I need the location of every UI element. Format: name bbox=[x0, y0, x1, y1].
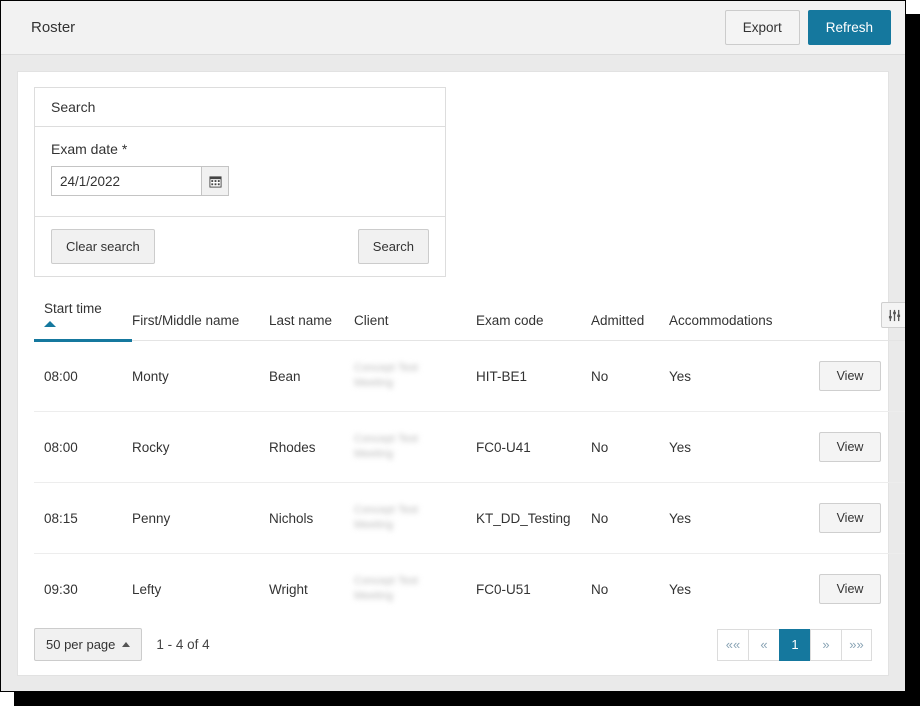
cell-accommodations: Yes bbox=[669, 411, 819, 483]
pagination-last[interactable]: »» bbox=[841, 628, 872, 661]
pagination: «« « 1 » »» bbox=[717, 628, 872, 661]
cell-client: Concept Test Meeting bbox=[354, 554, 476, 625]
exam-date-input[interactable] bbox=[51, 166, 201, 196]
redacted-client-value: Concept Test Meeting bbox=[354, 361, 476, 391]
cell-first-name: Rocky bbox=[132, 411, 269, 483]
column-header-start-time-label: Start time bbox=[44, 301, 102, 316]
table-row: 09:30 Lefty Wright Concept Test Meeting … bbox=[34, 554, 905, 625]
calendar-icon[interactable] bbox=[201, 166, 229, 196]
cell-accommodations: Yes bbox=[669, 482, 819, 554]
view-button[interactable]: View bbox=[819, 503, 881, 533]
title-bar-actions: Export Refresh bbox=[724, 10, 891, 45]
cell-start-time: 08:00 bbox=[34, 411, 132, 483]
clear-search-button[interactable]: Clear search bbox=[51, 229, 155, 264]
table-row: 08:00 Rocky Rhodes Concept Test Meeting … bbox=[34, 411, 905, 483]
search-panel-footer: Clear search Search bbox=[35, 217, 445, 276]
cell-exam-code: FC0-U51 bbox=[476, 581, 531, 597]
column-header-start-time[interactable]: Start time bbox=[34, 301, 132, 342]
view-button[interactable]: View bbox=[819, 432, 881, 462]
pagination-page-1[interactable]: 1 bbox=[779, 628, 810, 661]
cell-last-name: Wright bbox=[269, 581, 308, 597]
search-button[interactable]: Search bbox=[357, 229, 429, 264]
column-header-settings bbox=[819, 301, 905, 341]
cell-actions: View bbox=[819, 554, 905, 625]
table-footer: 50 per page 1 - 4 of 4 «« « 1 » »» bbox=[34, 628, 872, 661]
result-range: 1 - 4 of 4 bbox=[156, 637, 210, 652]
redacted-line-1: Concept Test bbox=[354, 433, 419, 446]
redacted-line-2: Meeting bbox=[354, 519, 394, 531]
cell-last-name: Rhodes bbox=[269, 411, 354, 483]
cell-client: Concept Test Meeting bbox=[354, 340, 476, 412]
cell-actions: View bbox=[819, 411, 905, 483]
cell-admitted: No bbox=[591, 482, 669, 554]
cell-client: Concept Test Meeting bbox=[354, 482, 476, 554]
table-header-row: Start time First/Middle name Last name C… bbox=[34, 301, 905, 342]
column-header-last-name[interactable]: Last name bbox=[269, 301, 354, 341]
sort-ascending-icon bbox=[44, 321, 56, 327]
cell-admitted: No bbox=[591, 581, 609, 597]
view-button[interactable]: View bbox=[819, 361, 881, 391]
chevron-up-icon bbox=[122, 642, 131, 647]
search-panel: Search Exam date * 24/1/2022 Clear searc… bbox=[34, 87, 446, 277]
cell-admitted: No bbox=[591, 340, 669, 412]
redacted-client-value: Concept Test Meeting bbox=[354, 574, 476, 604]
redacted-client-value: Concept Test Meeting bbox=[354, 503, 476, 533]
cell-first-name: Penny bbox=[132, 482, 269, 554]
cell-accommodations: Yes bbox=[669, 581, 692, 597]
cell-start-time: 08:00 bbox=[34, 340, 132, 412]
cell-exam-code: HIT-BE1 bbox=[476, 340, 591, 412]
column-header-first-name[interactable]: First/Middle name bbox=[132, 301, 269, 341]
application-window: Roster Export Refresh Search Exam date * bbox=[0, 0, 906, 692]
exam-date-label: Exam date * bbox=[51, 141, 128, 157]
content-card: Search Exam date * 24/1/2022 Clear searc… bbox=[17, 71, 905, 676]
cell-admitted: No bbox=[591, 411, 669, 483]
redacted-client-value: Concept Test Meeting bbox=[354, 432, 476, 462]
table-row: 08:00 Monty Bean Concept Test Meeting HI… bbox=[34, 340, 905, 412]
redacted-line-2: Meeting bbox=[354, 377, 394, 389]
pagination-next[interactable]: » bbox=[810, 628, 841, 661]
refresh-button[interactable]: Refresh bbox=[807, 10, 891, 45]
cell-last-name: Nichols bbox=[269, 482, 354, 554]
cell-last-name: Bean bbox=[269, 340, 354, 412]
view-button[interactable]: View bbox=[819, 574, 881, 604]
column-header-client[interactable]: Client bbox=[354, 301, 476, 341]
cell-actions: View bbox=[819, 482, 905, 554]
cell-exam-code: KT_DD_Testing bbox=[476, 482, 591, 554]
redacted-line-1: Concept Test bbox=[354, 575, 419, 588]
footer-left: 50 per page 1 - 4 of 4 bbox=[34, 628, 210, 661]
cell-first-name: Monty bbox=[132, 340, 269, 412]
column-header-accommodations[interactable]: Accommodations bbox=[669, 301, 819, 341]
table-body: 08:00 Monty Bean Concept Test Meeting HI… bbox=[34, 340, 905, 625]
per-page-selector[interactable]: 50 per page bbox=[34, 628, 143, 661]
pagination-first[interactable]: «« bbox=[717, 628, 748, 661]
exam-date-input-group bbox=[51, 166, 429, 196]
redacted-line-1: Concept Test bbox=[354, 504, 419, 517]
cell-start-time: 09:30 bbox=[44, 581, 78, 597]
redacted-line-1: Concept Test bbox=[354, 362, 419, 375]
export-button[interactable]: Export bbox=[724, 10, 800, 45]
per-page-label: 50 per page bbox=[46, 637, 116, 652]
roster-table: Start time First/Middle name Last name C… bbox=[34, 301, 905, 625]
cell-first-name: Lefty bbox=[132, 581, 162, 597]
column-header-exam-code[interactable]: Exam code bbox=[476, 301, 591, 341]
cell-actions: View bbox=[819, 340, 905, 412]
cell-accommodations: Yes bbox=[669, 340, 819, 412]
redacted-line-2: Meeting bbox=[354, 448, 394, 460]
redacted-line-2: Meeting bbox=[354, 590, 394, 602]
table-header: Start time First/Middle name Last name C… bbox=[34, 301, 905, 342]
cell-start-time: 08:15 bbox=[34, 482, 132, 554]
search-panel-body: Exam date * bbox=[35, 127, 445, 217]
cell-client: Concept Test Meeting bbox=[354, 411, 476, 483]
page-title: Roster bbox=[31, 19, 76, 36]
sliders-icon[interactable] bbox=[881, 302, 905, 328]
table-row: 08:15 Penny Nichols Concept Test Meeting… bbox=[34, 482, 905, 554]
column-header-admitted[interactable]: Admitted bbox=[591, 301, 669, 341]
title-bar: Roster Export Refresh bbox=[1, 1, 905, 55]
pagination-prev[interactable]: « bbox=[748, 628, 779, 661]
cell-exam-code: FC0-U41 bbox=[476, 411, 591, 483]
body-area: Search Exam date * 24/1/2022 Clear searc… bbox=[1, 55, 905, 691]
search-panel-title: Search bbox=[35, 88, 445, 127]
